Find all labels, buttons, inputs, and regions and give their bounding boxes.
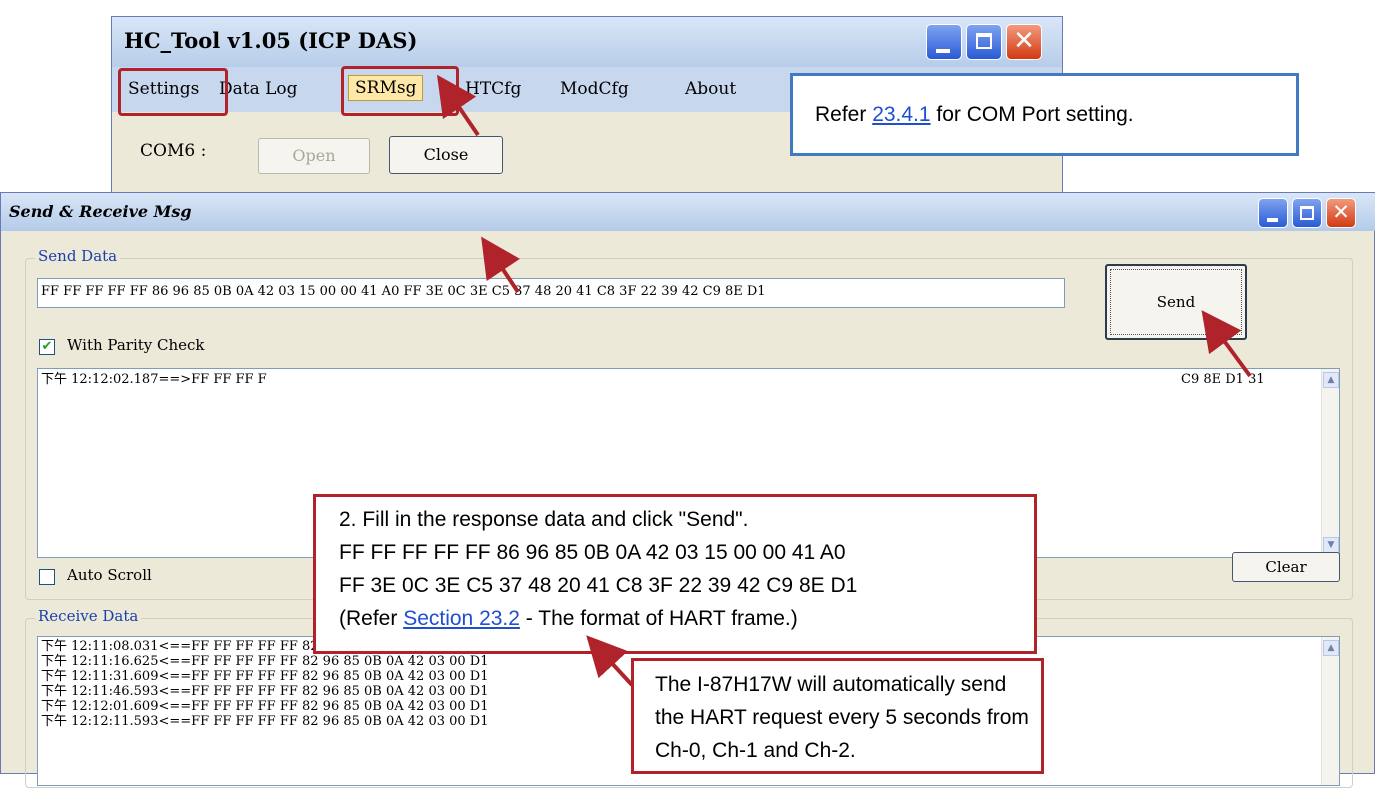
arrow-to-send-input: [481, 236, 520, 294]
arrow-to-srmsg: [436, 74, 480, 137]
annotation-arrows: [436, 74, 1252, 687]
arrow-to-receive-log: [586, 635, 634, 687]
arrow-to-send-button: [1201, 310, 1252, 378]
